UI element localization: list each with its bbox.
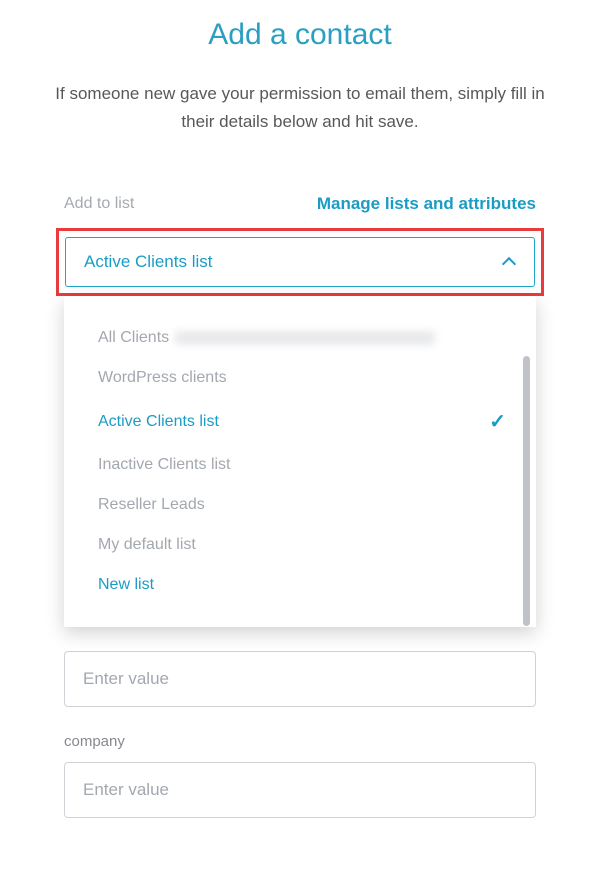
highlight-annotation: Active Clients list bbox=[56, 228, 544, 296]
page-title: Add a contact bbox=[20, 18, 580, 52]
list-dropdown-panel: All Clients WordPress clients Active Cli… bbox=[64, 296, 536, 627]
list-option-my-default-list[interactable]: My default list bbox=[98, 525, 506, 565]
checkmark-icon: ✓ bbox=[489, 409, 506, 434]
list-option-label: Active Clients list bbox=[98, 413, 219, 431]
new-list-action[interactable]: New list bbox=[98, 565, 506, 605]
list-select[interactable]: Active Clients list bbox=[65, 237, 535, 287]
manage-lists-link[interactable]: Manage lists and attributes bbox=[317, 194, 536, 214]
company-input[interactable]: Enter value bbox=[64, 762, 536, 818]
dropdown-scrollbar[interactable] bbox=[523, 356, 530, 626]
list-select-value: Active Clients list bbox=[84, 252, 212, 272]
chevron-up-icon bbox=[502, 255, 516, 269]
list-option-label: WordPress clients bbox=[98, 369, 227, 387]
redacted-text bbox=[175, 331, 435, 345]
generic-value-input[interactable]: Enter value bbox=[64, 651, 536, 707]
list-option-inactive-clients[interactable]: Inactive Clients list bbox=[98, 445, 506, 485]
page-description: If someone new gave your permission to e… bbox=[20, 80, 580, 136]
list-option-all-clients[interactable]: All Clients bbox=[98, 318, 506, 358]
list-option-label: All Clients bbox=[98, 329, 169, 346]
add-to-list-label: Add to list bbox=[64, 195, 134, 213]
list-option-active-clients[interactable]: Active Clients list ✓ bbox=[98, 398, 506, 445]
new-list-label: New list bbox=[98, 576, 154, 594]
list-option-label: My default list bbox=[98, 536, 196, 554]
company-field-label: company bbox=[64, 733, 536, 750]
list-option-label: Reseller Leads bbox=[98, 496, 205, 514]
list-option-label: Inactive Clients list bbox=[98, 456, 231, 474]
list-option-wordpress-clients[interactable]: WordPress clients bbox=[98, 358, 506, 398]
list-option-reseller-leads[interactable]: Reseller Leads bbox=[98, 485, 506, 525]
